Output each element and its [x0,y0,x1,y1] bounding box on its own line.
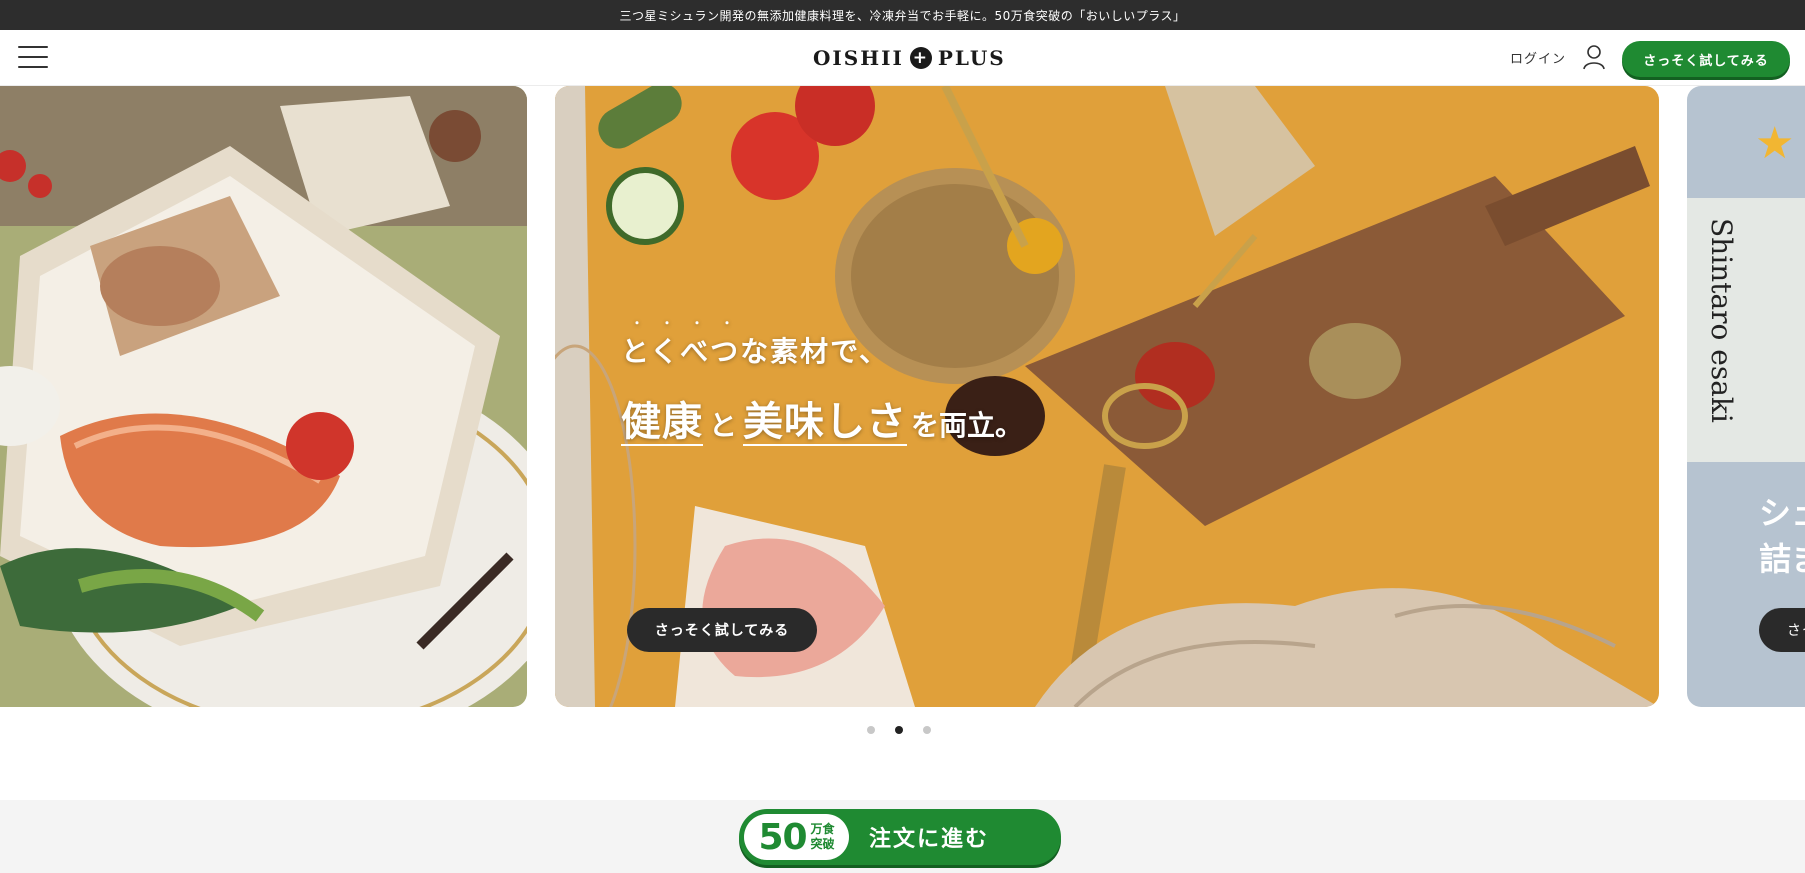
hero-headline: ・・・・ とくべつな素材で、 健康 と 美味しさ を両立。 [621,316,1023,446]
hamburger-menu-icon[interactable] [18,46,48,68]
badge-unit-top: 万食 [810,822,835,836]
headline-line2: 健康 と 美味しさ を両立。 [621,400,1023,446]
order-label: 注文に進む [869,827,990,852]
headline-line1-text: とくべつな素材で、 [621,335,890,368]
pagination-dot-2[interactable] [895,726,903,734]
headline-tail: を両立。 [911,409,1024,442]
pagination-dot-1[interactable] [867,726,875,734]
badge-number: 50 [758,816,807,858]
chef-name: Shintaro esaki [1705,218,1738,423]
chef-copy-line2: 詰ま [1759,540,1805,579]
badge-unit-bottom: 突破 [810,837,835,851]
hero-carousel: ・・・・ とくべつな素材で、 健康 と 美味しさ を両立。 さっそく試してみる … [0,86,1805,707]
slide-spices[interactable]: ・・・・ とくべつな素材で、 健康 と 美味しさ を両立。 さっそく試してみる [555,86,1659,707]
pagination-dot-3[interactable] [923,726,931,734]
bento-photo [0,86,527,707]
chef-slide-button[interactable]: さっ [1759,608,1805,652]
order-button[interactable]: 50 万食 突破 注文に進む [739,809,1061,865]
site-header: OISHII + PLUS ログイン さっそく試してみる [0,30,1805,86]
user-icon[interactable] [1582,44,1606,70]
announcement-text: 三つ星ミシュラン開発の無添加健康料理を、冷凍弁当でお手軽に。50万食突破の「おい… [619,8,1186,23]
chef-copy-line1: シェ [1759,494,1805,532]
announcement-bar: 三つ星ミシュラン開発の無添加健康料理を、冷凍弁当でお手軽に。50万食突破の「おい… [0,0,1805,30]
logo-plus-mark: + [909,47,932,69]
emphasis-dots: ・・・・ [631,316,752,330]
headline-word-health: 健康 [621,399,703,446]
site-logo[interactable]: OISHII + PLUS [813,44,1006,72]
slide-chef[interactable]: ★ Shintaro esaki シェ 詰ま さっ [1687,86,1805,707]
logo-text-right: PLUS [937,46,1006,70]
sales-badge: 50 万食 突破 [744,814,849,860]
logo-text-left: OISHII [813,46,904,70]
headline-joiner: と [709,409,738,442]
slide-bento[interactable] [0,86,527,707]
headline-word-taste: 美味しさ [743,399,908,446]
michelin-star-icon: ★ [1755,118,1795,169]
slide-try-now-button[interactable]: さっそく試してみる [627,608,817,652]
try-now-button[interactable]: さっそく試してみる [1622,41,1790,77]
headline-line1: ・・・・ とくべつな素材で、 [621,316,1023,370]
login-link[interactable]: ログイン [1510,48,1566,67]
badge-unit: 万食 突破 [811,822,835,852]
chef-slide-copy: シェ 詰ま [1759,490,1805,583]
carousel-pagination [867,726,931,734]
